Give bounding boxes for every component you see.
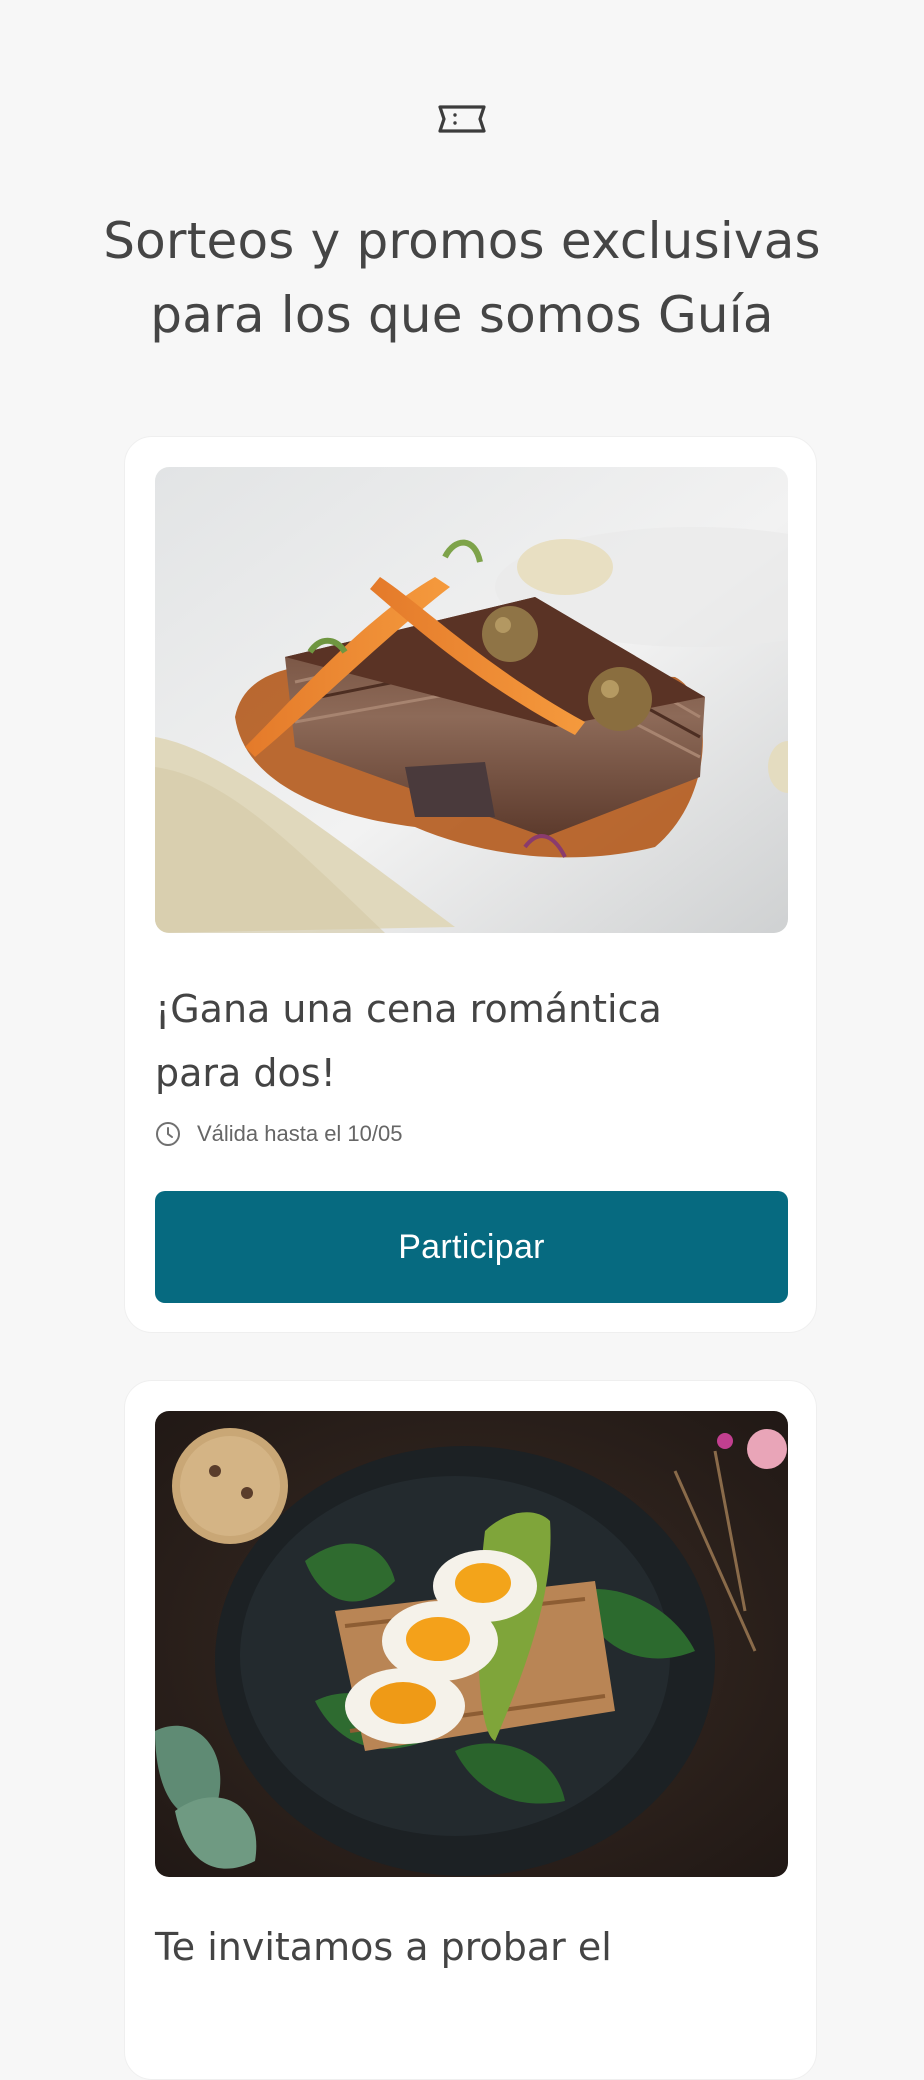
promo-card: Te invitamos a probar el xyxy=(124,1380,817,2080)
validity-text: Válida hasta el 10/05 xyxy=(197,1121,403,1146)
promo-image xyxy=(155,1411,788,1877)
promo-title: ¡Gana una cena romántica para dos! xyxy=(155,987,662,1095)
promo-title: Te invitamos a probar el xyxy=(155,1925,612,1969)
participate-button[interactable]: Participar xyxy=(155,1191,788,1303)
ticket-icon xyxy=(438,105,486,133)
page-title: Sorteos y promos exclusivas para los que… xyxy=(103,212,821,344)
validity-info: Válida hasta el 10/05 xyxy=(155,1121,403,1147)
promo-image xyxy=(155,467,788,933)
clock-icon xyxy=(156,1122,180,1146)
promo-card: ¡Gana una cena romántica para dos! Válid… xyxy=(124,436,817,1333)
